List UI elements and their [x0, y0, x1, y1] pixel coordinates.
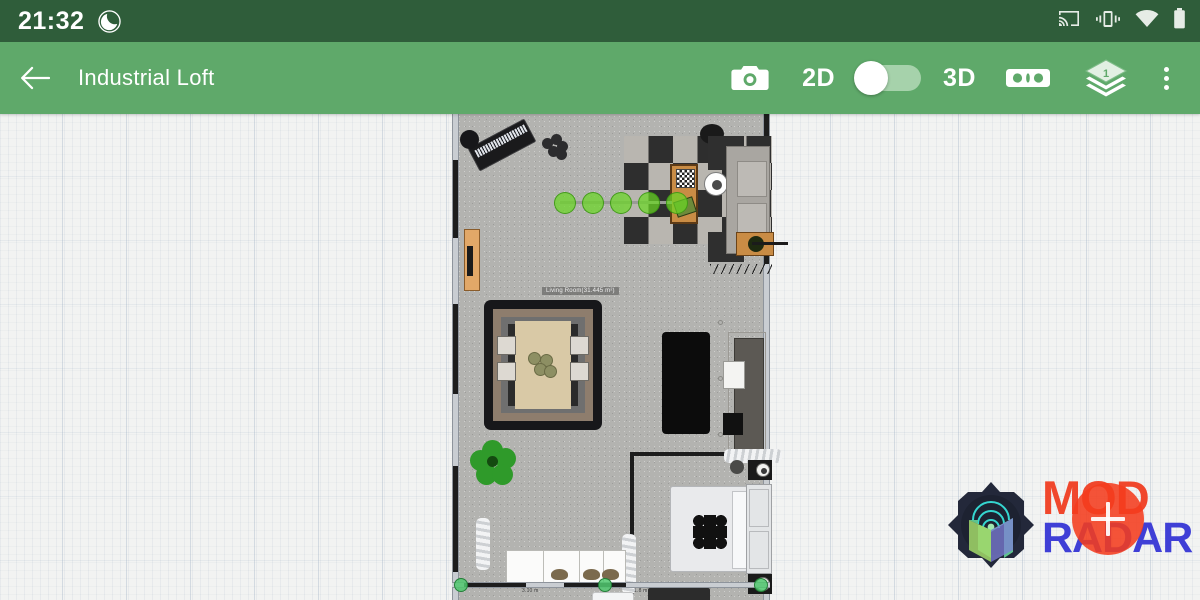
shrub[interactable]: [470, 440, 516, 486]
chess-board[interactable]: [676, 169, 695, 188]
wall-segment[interactable]: [453, 466, 458, 572]
back-button[interactable]: [0, 42, 70, 114]
plant[interactable]: [542, 134, 568, 160]
layers-badge: 1: [1102, 68, 1110, 80]
bedroom-plant[interactable]: [730, 460, 744, 474]
app-root: 21:32 Industrial Loft 2D 3D 1 Living Roo…: [0, 0, 1200, 600]
ceiling-light[interactable]: [704, 172, 728, 196]
dining-chair[interactable]: [570, 336, 589, 355]
vr-button[interactable]: [996, 42, 1060, 114]
wall-endpoint[interactable]: [754, 578, 768, 592]
bottom-furniture[interactable]: [648, 588, 710, 600]
decor-bush: [583, 569, 600, 580]
bed[interactable]: [670, 486, 748, 572]
view-2d-label[interactable]: 2D: [796, 64, 841, 93]
add-item-button[interactable]: [1072, 483, 1144, 555]
curtain[interactable]: [476, 518, 490, 570]
view-mode-toggle[interactable]: [854, 61, 922, 95]
vr-cardboard-icon: [1006, 69, 1050, 87]
back-arrow-icon: [21, 66, 50, 90]
decor-bush: [551, 569, 568, 580]
flower-centerpiece[interactable]: [528, 352, 558, 380]
wall-segment[interactable]: [453, 160, 458, 238]
view-3d-label[interactable]: 3D: [937, 64, 982, 93]
status-bar-icons: [1057, 8, 1186, 34]
more-dot: [1163, 75, 1169, 81]
dining-chair[interactable]: [570, 362, 589, 381]
more-dot: [1163, 84, 1169, 90]
table-lamp[interactable]: [756, 463, 770, 477]
bed-pattern: [693, 515, 727, 549]
status-bar-clock: 21:32: [18, 6, 85, 35]
dimension-label: 1.8 m: [634, 588, 648, 594]
camera-icon: [731, 66, 769, 90]
watermark-logo-icon: [946, 480, 1036, 570]
dining-rug[interactable]: [484, 300, 602, 430]
more-dot: [1163, 66, 1169, 72]
cast-icon: [1057, 9, 1081, 34]
stove[interactable]: [723, 413, 743, 435]
plus-icon: [1091, 502, 1125, 536]
sink[interactable]: [723, 361, 745, 389]
battery-icon: [1173, 8, 1186, 34]
page-title: Industrial Loft: [78, 65, 215, 90]
toggle-knob: [854, 61, 889, 95]
wifi-icon: [1135, 9, 1159, 33]
wall-segment[interactable]: [564, 583, 626, 587]
lamp-arm: [752, 242, 788, 245]
selection-handle[interactable]: [554, 192, 576, 214]
floorplan-sheet[interactable]: Living Room(31.445 m²) 3.10 m 1.8 m: [452, 114, 788, 600]
nightstand[interactable]: [748, 460, 772, 480]
status-bar: 21:32: [0, 0, 1200, 42]
bed-frame[interactable]: [746, 484, 772, 574]
camera-button[interactable]: [722, 42, 778, 114]
layers-button[interactable]: 1: [1074, 42, 1138, 114]
console-table[interactable]: [464, 229, 480, 291]
staircase[interactable]: [710, 264, 772, 274]
dining-chair[interactable]: [497, 336, 516, 355]
anchor-point[interactable]: [718, 320, 723, 325]
app-toolbar: Industrial Loft 2D 3D 1: [0, 42, 1200, 114]
do-not-disturb-icon: [98, 9, 122, 33]
selection-handle[interactable]: [666, 192, 688, 214]
dimension-label: 3.10 m: [522, 588, 539, 594]
wall-endpoint[interactable]: [598, 578, 612, 592]
bottom-furniture[interactable]: [592, 592, 634, 600]
room-label[interactable]: Living Room(31.445 m²): [542, 287, 619, 295]
selection-handle[interactable]: [610, 192, 632, 214]
overflow-menu-button[interactable]: [1138, 42, 1194, 114]
vibrate-icon: [1095, 9, 1121, 34]
black-cabinet[interactable]: [662, 332, 710, 434]
wall-segment[interactable]: [453, 304, 458, 394]
dining-chair[interactable]: [497, 362, 516, 381]
selection-handle[interactable]: [582, 192, 604, 214]
piano-keys: [474, 124, 528, 158]
wall-segment[interactable]: [464, 583, 526, 587]
kitchen-counter[interactable]: [723, 338, 764, 450]
selection-handle[interactable]: [638, 192, 660, 214]
toolbar-actions: 2D 3D 1: [722, 42, 1200, 114]
wall-endpoint[interactable]: [454, 578, 468, 592]
piano-stool[interactable]: [460, 130, 479, 149]
piano[interactable]: [467, 118, 537, 172]
